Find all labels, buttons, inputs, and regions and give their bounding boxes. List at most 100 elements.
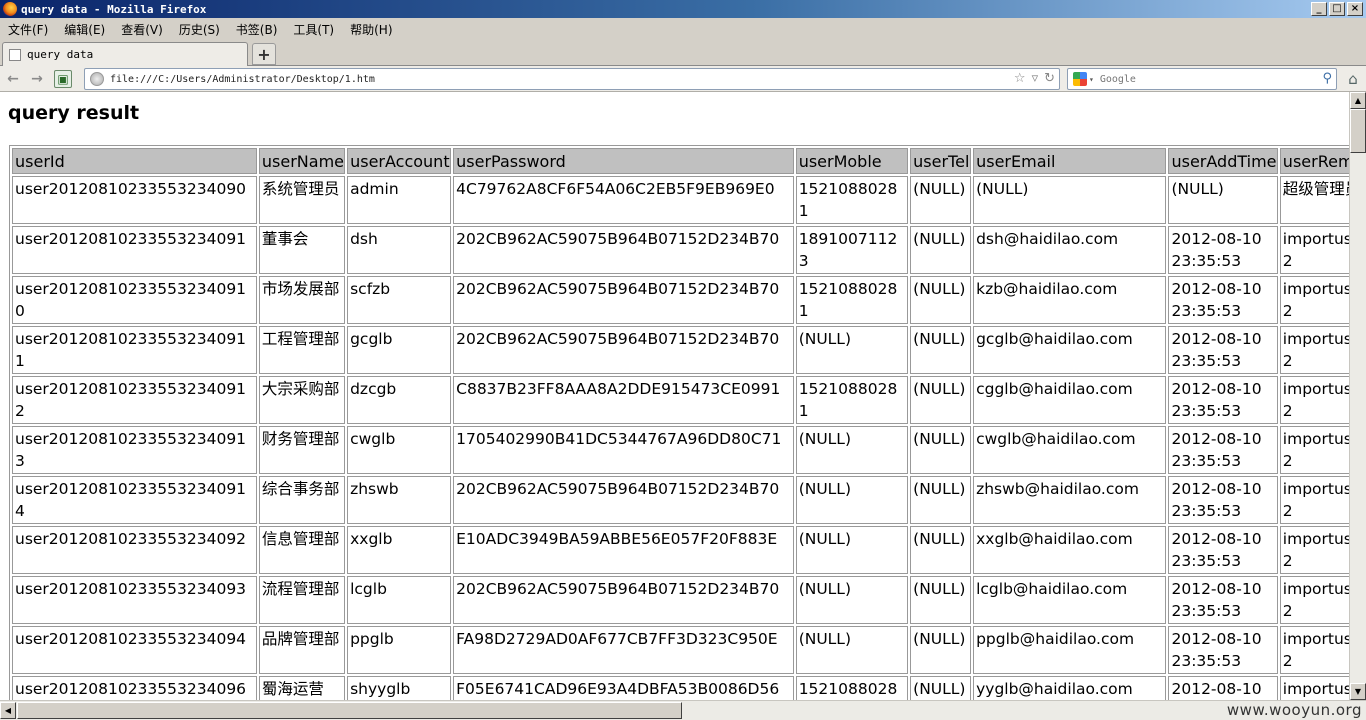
dropdown-arrow-icon[interactable]: ▿ xyxy=(1032,71,1039,86)
forward-button[interactable]: → xyxy=(28,70,46,88)
table-header-row: userId userName userAccount userPassword use… xyxy=(12,148,1349,174)
cell-userRemark: importuser2012 xyxy=(1279,276,1349,324)
cell-userRemark: importuser2012 xyxy=(1279,376,1349,424)
cell-userName: 信息管理部 xyxy=(258,526,346,574)
cell-userRemark: importuser2012 xyxy=(1279,476,1349,524)
vertical-scrollbar[interactable]: ▲ ▼ xyxy=(1349,92,1366,700)
cell-userName: 财务管理部 xyxy=(258,426,346,474)
cell-userTel: (NULL) xyxy=(910,676,972,700)
cell-userTel: (NULL) xyxy=(910,176,972,224)
table-row: user201208102335532340913 财务管理部 cwglb 17054… xyxy=(12,426,1349,474)
cell-userMoble: 15210880281 xyxy=(795,276,909,324)
cell-userEmail: lcglb@haidilao.com xyxy=(973,576,1167,624)
cell-userTel: (NULL) xyxy=(910,276,972,324)
search-icon[interactable]: ⚲ xyxy=(1322,71,1332,86)
cell-userPassword: E10ADC3949BA59ABBE56E057F20F883E xyxy=(453,526,794,574)
table-row: user20120810233553234092 信息管理部 xxglb E10ADC… xyxy=(12,526,1349,574)
bookmark-star-icon[interactable]: ☆ xyxy=(1014,71,1026,86)
horizontal-scroll-thumb[interactable] xyxy=(17,702,682,719)
site-identity-icon[interactable] xyxy=(90,72,104,86)
cell-userAccount: ppglb xyxy=(347,626,452,674)
cell-userAddTime: 2012-08-10 23:35:53 xyxy=(1168,626,1278,674)
cell-userRemark: importuser2012 xyxy=(1279,426,1349,474)
scroll-up-arrow-icon[interactable]: ▲ xyxy=(1350,92,1366,109)
maximize-button[interactable]: □ xyxy=(1329,2,1345,16)
feed-icon[interactable]: ▣ xyxy=(54,70,72,88)
back-button[interactable]: ← xyxy=(4,70,22,88)
watermark: www.wooyun.org xyxy=(1226,701,1362,719)
firefox-icon xyxy=(3,2,17,16)
table-row: user20120810233553234090 系统管理员 admin 4C7976… xyxy=(12,176,1349,224)
cell-userRemark: importuser2012 xyxy=(1279,576,1349,624)
reload-icon[interactable]: ↻ xyxy=(1044,71,1055,86)
cell-userEmail: yyglb@haidilao.com xyxy=(973,676,1167,700)
cell-userAccount: admin xyxy=(347,176,452,224)
cell-userTel: (NULL) xyxy=(910,476,972,524)
scroll-down-arrow-icon[interactable]: ▼ xyxy=(1350,683,1366,700)
menu-item-3[interactable]: 历史(S) xyxy=(171,21,228,38)
search-input[interactable]: Google xyxy=(1100,74,1136,85)
cell-userMoble: 15210880281 xyxy=(795,376,909,424)
cell-userRemark: importuser2012 xyxy=(1279,326,1349,374)
table-row: user201208102335532340910 市场发展部 scfzb 202CB… xyxy=(12,276,1349,324)
cell-userPassword: FA98D2729AD0AF677CB7FF3D323C950E xyxy=(453,626,794,674)
menu-item-5[interactable]: 工具(T) xyxy=(285,21,342,38)
cell-userAddTime: 2012-08-10 23:35:53 xyxy=(1168,576,1278,624)
close-button[interactable]: × xyxy=(1347,2,1363,16)
menu-item-6[interactable]: 帮助(H) xyxy=(342,21,400,38)
cell-userAccount: dsh xyxy=(347,226,452,274)
cell-userAccount: lcglb xyxy=(347,576,452,624)
table-body: user20120810233553234090 系统管理员 admin 4C7976… xyxy=(12,176,1349,700)
cell-userAccount: scfzb xyxy=(347,276,452,324)
home-icon[interactable]: ⌂ xyxy=(1343,69,1363,89)
menu-item-2[interactable]: 查看(V) xyxy=(113,21,171,38)
page-content: query result userId userName userAccount us… xyxy=(0,92,1349,700)
cell-userTel: (NULL) xyxy=(910,526,972,574)
table-row: user20120810233553234093 流程管理部 lcglb 202CB9… xyxy=(12,576,1349,624)
cell-userAddTime: 2012-08-10 23:35:53 xyxy=(1168,326,1278,374)
cell-userName: 蜀海运营 xyxy=(258,676,346,700)
cell-userPassword: 1705402990B41DC5344767A96DD80C71 xyxy=(453,426,794,474)
cell-userMoble: 18910071123 xyxy=(795,226,909,274)
cell-userEmail: (NULL) xyxy=(973,176,1167,224)
cell-userName: 董事会 xyxy=(258,226,346,274)
cell-userId: user20120810233553234092 xyxy=(12,526,257,574)
minimize-button[interactable]: _ xyxy=(1311,2,1327,16)
cell-userRemark: importuser2012 xyxy=(1279,676,1349,700)
horizontal-scrollbar[interactable]: ◀ xyxy=(0,700,1366,720)
navigation-toolbar: ← → ▣ file:///C:/Users/Administrator/Des… xyxy=(0,66,1366,92)
address-bar[interactable]: file:///C:/Users/Administrator/Desktop/1… xyxy=(84,68,1060,90)
cell-userAccount: gcglb xyxy=(347,326,452,374)
menu-item-0[interactable]: 文件(F) xyxy=(0,21,56,38)
cell-userTel: (NULL) xyxy=(910,226,972,274)
cell-userEmail: dsh@haidilao.com xyxy=(973,226,1167,274)
cell-userAddTime: 2012-08-10 23:35:53 xyxy=(1168,426,1278,474)
cell-userId: user201208102335532340911 xyxy=(12,326,257,374)
url-text[interactable]: file:///C:/Users/Administrator/Desktop/1… xyxy=(110,74,375,85)
cell-userId: user20120810233553234094 xyxy=(12,626,257,674)
column-header-userId: userId xyxy=(12,148,257,174)
tab-query-data[interactable]: query data xyxy=(2,42,248,66)
window-title: query data - Mozilla Firefox xyxy=(21,2,207,16)
cell-userPassword: C8837B23FF8AAA8A2DDE915473CE0991 xyxy=(453,376,794,424)
column-header-userAccount: userAccount xyxy=(347,148,452,174)
cell-userName: 流程管理部 xyxy=(258,576,346,624)
cell-userName: 市场发展部 xyxy=(258,276,346,324)
menu-item-4[interactable]: 书签(B) xyxy=(228,21,286,38)
google-icon[interactable] xyxy=(1073,72,1087,86)
search-engine-dropdown-icon[interactable]: ▾ xyxy=(1089,75,1094,84)
menu-item-1[interactable]: 编辑(E) xyxy=(56,21,113,38)
cell-userMoble: 15210880281 xyxy=(795,176,909,224)
search-bar[interactable]: ▾ Google ⚲ xyxy=(1067,68,1337,90)
cell-userMoble: (NULL) xyxy=(795,426,909,474)
tab-bar: query data + xyxy=(0,40,1366,66)
vertical-scroll-thumb[interactable] xyxy=(1350,109,1366,153)
column-header-userPassword: userPassword xyxy=(453,148,794,174)
scroll-left-arrow-icon[interactable]: ◀ xyxy=(0,702,16,719)
new-tab-button[interactable]: + xyxy=(252,43,276,65)
cell-userId: user20120810233553234091 xyxy=(12,226,257,274)
cell-userPassword: 4C79762A8CF6F54A06C2EB5F9EB969E0 xyxy=(453,176,794,224)
cell-userId: user201208102335532340913 xyxy=(12,426,257,474)
tab-label: query data xyxy=(27,48,94,61)
cell-userPassword: 202CB962AC59075B964B07152D234B70 xyxy=(453,326,794,374)
